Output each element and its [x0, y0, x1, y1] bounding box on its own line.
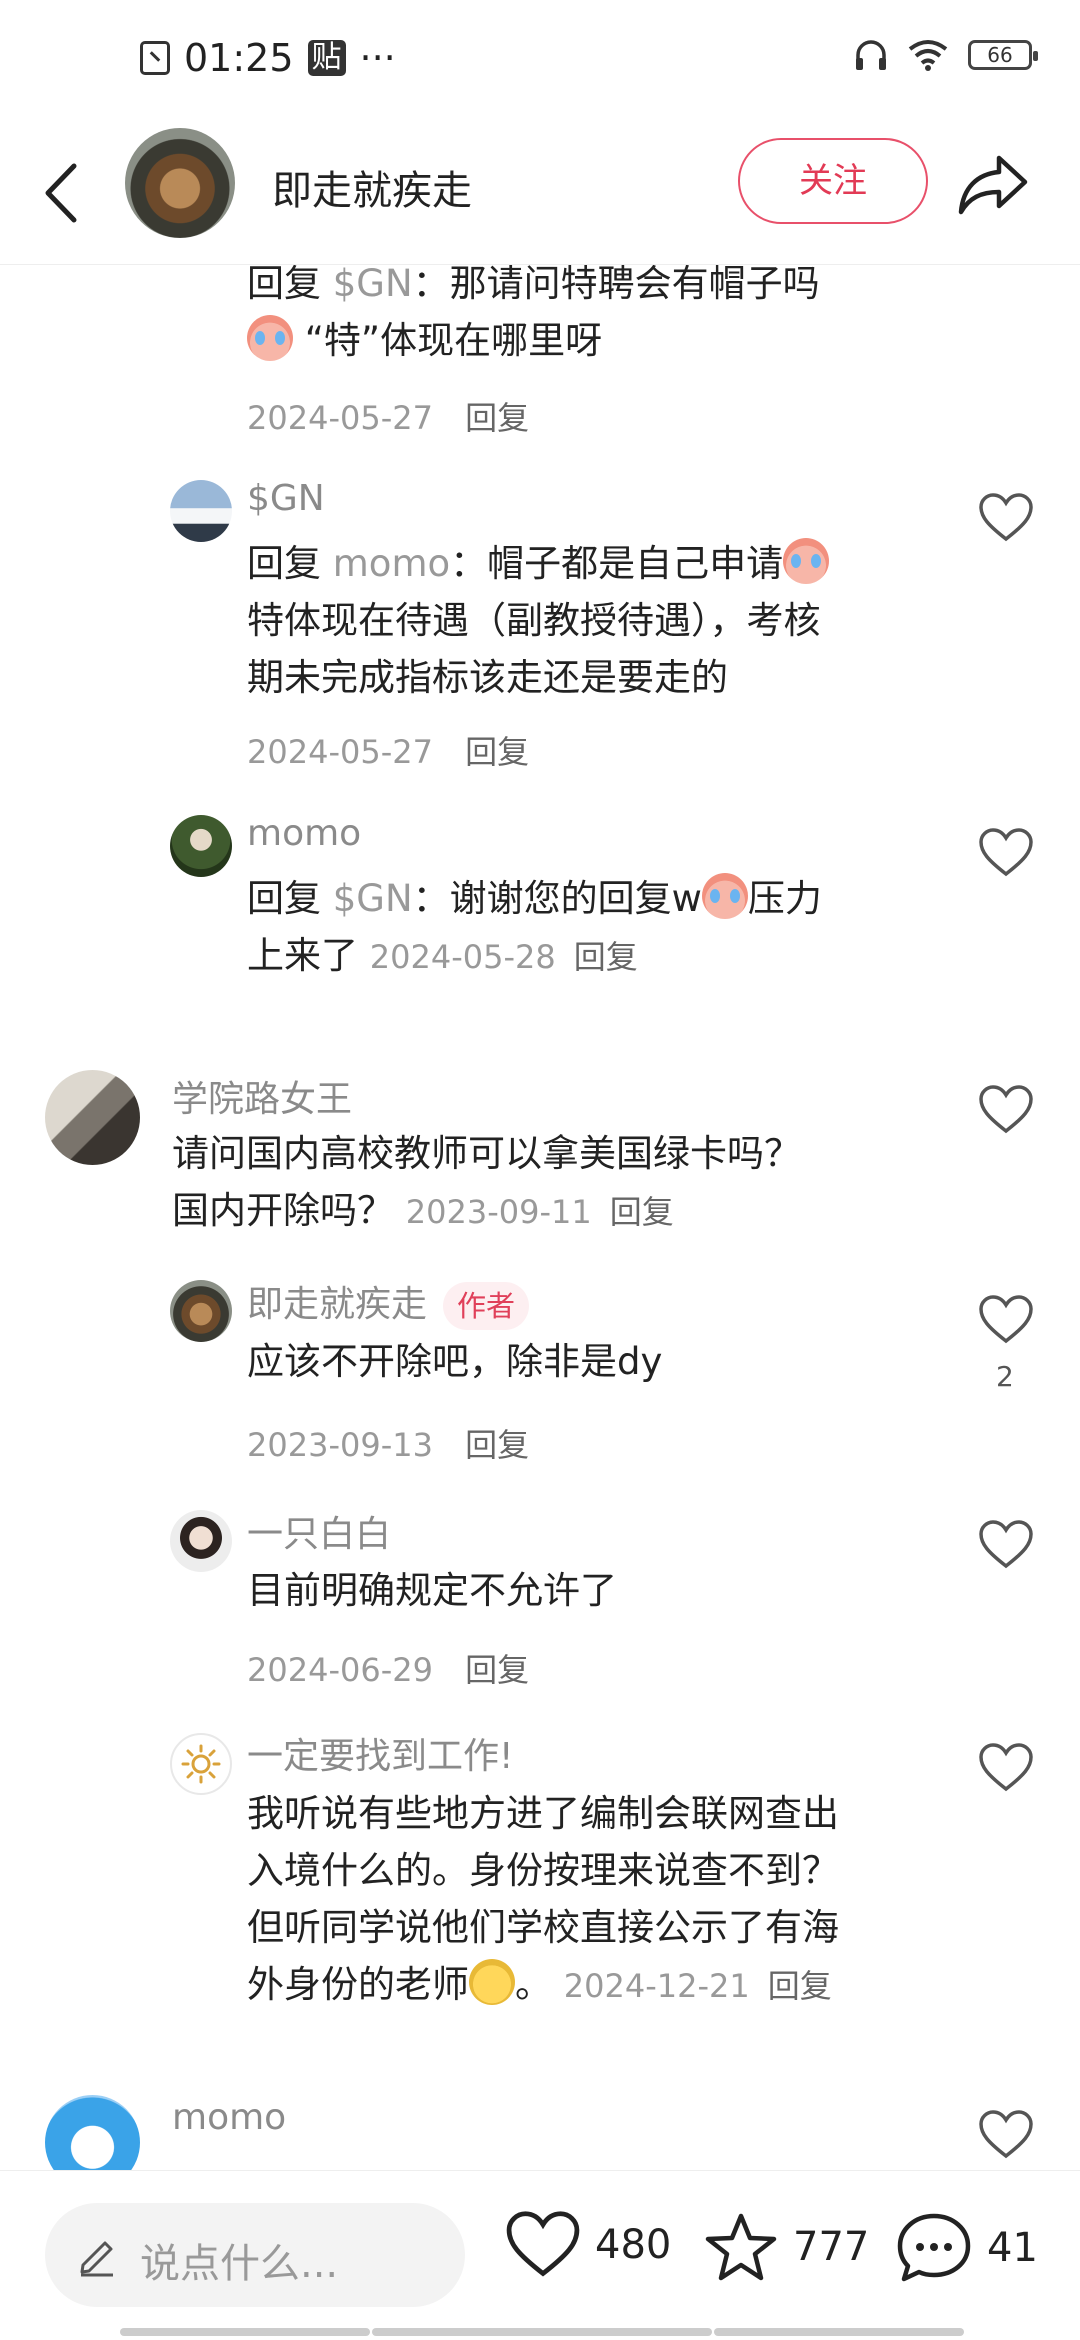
user-avatar[interactable] — [45, 2095, 140, 2170]
comment-meta: 2023-09-11 回复 — [406, 1193, 674, 1231]
author-name[interactable]: 即走就疾走 — [272, 158, 472, 216]
status-bar: 01:25 贴 ··· 66 — [0, 0, 1080, 120]
comment-date: 2023-09-11 — [405, 1193, 592, 1231]
like-count: 480 — [595, 2222, 672, 2268]
gesture-bar — [120, 2328, 370, 2336]
comment-input[interactable]: 说点什么... — [45, 2203, 465, 2307]
battery-icon: 66 — [968, 40, 1038, 70]
comment-meta: 2024-06-29 回复 — [247, 1645, 529, 1691]
comment-date: 2024-05-27 — [247, 733, 433, 771]
comment-date: 2024-05-27 — [247, 399, 433, 437]
user-avatar[interactable] — [170, 1733, 232, 1795]
comment-icon — [897, 2213, 971, 2282]
gesture-bar — [714, 2328, 964, 2336]
comment-text: 回复 $GN：谢谢您的回复w 压力 上来了 2024-05-28 回复 — [247, 870, 987, 986]
back-icon[interactable] — [38, 158, 86, 228]
comment-text: 我听说有些地方进了编制会联网查出 入境什么的。身份按理来说查不到？ 但听同学说他… — [247, 1792, 839, 2006]
comment-text: 回复 momo：帽子都是自己申请 特体现在待遇（副教授待遇），考核 期未完成指标… — [247, 535, 987, 706]
comment-meta: 2024-05-27 回复 — [247, 727, 529, 773]
user-name[interactable]: 学院路女王 — [172, 1070, 352, 1122]
reply-button[interactable]: 回复 — [768, 1967, 832, 2005]
like-count: 2 — [996, 1360, 1014, 1393]
comment-date: 2023-09-13 — [247, 1426, 433, 1464]
comment-meta: 2024-12-21 回复 — [564, 1967, 832, 2005]
comment-text: 请问国内高校教师可以拿美国绿卡吗？ 国内开除吗？ 2023-09-11 回复 — [172, 1132, 801, 1232]
reply-target[interactable]: $GN — [333, 265, 413, 305]
comment-button[interactable]: 41 — [895, 2211, 1038, 2285]
author-avatar[interactable] — [125, 128, 235, 238]
reply-button[interactable]: 回复 — [465, 1426, 529, 1464]
user-avatar[interactable] — [45, 1070, 140, 1165]
pen-icon — [80, 2241, 113, 2277]
bottom-bar: 说点什么... 480 777 41 — [0, 2170, 1080, 2340]
user-avatar[interactable] — [170, 480, 232, 542]
comment-meta: 2023-09-13 回复 — [247, 1420, 529, 1466]
more-notifications-icon: ··· — [359, 36, 396, 80]
crying-face-icon — [247, 315, 293, 361]
no-sim-icon — [140, 41, 170, 75]
user-name[interactable]: momo — [172, 2097, 286, 2138]
heart-icon[interactable] — [978, 2110, 1034, 2160]
like-button[interactable]: 480 — [505, 2211, 671, 2279]
user-avatar[interactable] — [170, 1510, 232, 1572]
comment-date: 2024-06-29 — [247, 1651, 433, 1689]
user-avatar[interactable] — [170, 815, 232, 877]
crying-face-icon — [701, 873, 748, 919]
reply-target[interactable]: $GN — [333, 877, 413, 920]
tieba-icon: 贴 — [307, 40, 346, 76]
comment-text: 回复 $GN：那请问特聘会有帽子吗 “特”体现在哪里呀 — [247, 265, 1007, 369]
reply-button[interactable]: 回复 — [465, 399, 529, 437]
user-name[interactable]: momo — [247, 813, 361, 854]
comment-meta: 2024-05-28 回复 — [370, 938, 638, 976]
wifi-icon — [908, 40, 948, 71]
follow-button[interactable]: 关注 — [738, 138, 928, 224]
favorite-count: 777 — [793, 2224, 870, 2270]
comment-date: 2024-12-21 — [563, 1967, 750, 2005]
reply-button[interactable]: 回复 — [610, 1193, 674, 1231]
comment-text: 应该不开除吧，除非是dy — [247, 1340, 663, 1383]
reply-button[interactable]: 回复 — [574, 938, 638, 976]
comment-placeholder: 说点什么... — [140, 2241, 339, 2287]
headphones-icon — [856, 40, 886, 70]
user-avatar[interactable] — [170, 1280, 232, 1342]
author-badge: 作者 — [443, 1282, 530, 1330]
star-icon — [705, 2213, 777, 2281]
header: 即走就疾走 关注 — [0, 120, 1080, 265]
comment-meta: 2024-05-27 回复 — [247, 393, 529, 439]
crying-face-icon — [783, 538, 830, 584]
heart-icon — [506, 2211, 580, 2277]
reply-target[interactable]: momo — [333, 542, 450, 585]
user-name: 即走就疾走 作者 — [247, 1275, 530, 1330]
comment-list: 回复 $GN：那请问特聘会有帽子吗 “特”体现在哪里呀 2024-05-27 回… — [0, 265, 1080, 2170]
user-name[interactable]: $GN — [247, 478, 325, 519]
user-name[interactable]: 一定要找到工作! — [247, 1727, 513, 1779]
reply-button[interactable]: 回复 — [465, 733, 529, 771]
comment-count: 41 — [987, 2225, 1038, 2271]
comment-date: 2024-05-28 — [369, 938, 556, 976]
favorite-button[interactable]: 777 — [703, 2211, 869, 2283]
gesture-bar — [372, 2328, 712, 2336]
share-icon[interactable] — [955, 150, 1031, 220]
status-time: 01:25 — [184, 36, 294, 80]
reply-button[interactable]: 回复 — [465, 1651, 529, 1689]
sun-icon — [181, 1744, 221, 1784]
user-name[interactable]: 一只白白 — [247, 1505, 391, 1557]
yellow-face-icon — [469, 1959, 515, 2005]
comment-text: 目前明确规定不允许了 — [247, 1569, 617, 1612]
